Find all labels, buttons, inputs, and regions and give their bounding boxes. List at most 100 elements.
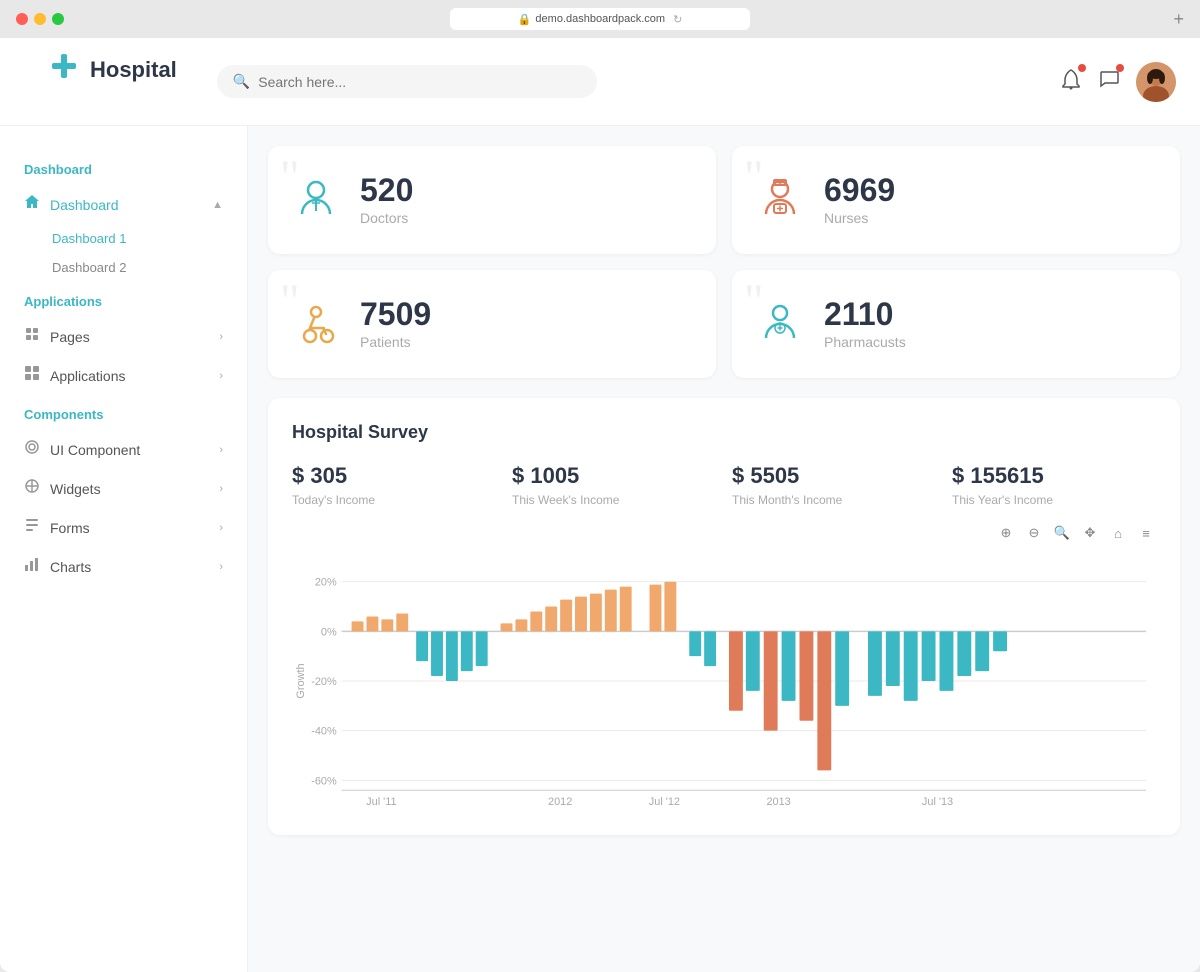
patients-count: 7509 — [360, 298, 431, 330]
chevron-right-icon3: › — [219, 444, 223, 456]
chevron-up-icon: ▲ — [212, 199, 223, 211]
sidebar-item-pages[interactable]: Pages › — [0, 317, 247, 356]
patient-icon — [292, 300, 340, 348]
income-today-label: Today's Income — [292, 493, 496, 507]
sidebar-subitem-dashboard1[interactable]: Dashboard 1 — [0, 224, 247, 253]
stat-info-patients: 7509 Patients — [360, 298, 431, 350]
close-button[interactable] — [16, 13, 28, 25]
content-area: 520 Doctors — [248, 126, 1200, 972]
nav-section-components: Components — [0, 395, 247, 430]
search-icon: 🔍 — [233, 73, 250, 90]
stat-card-doctors: 520 Doctors — [268, 146, 716, 254]
reload-icon[interactable]: ↻ — [673, 13, 682, 26]
chevron-right-icon5: › — [219, 522, 223, 534]
sidebar-item-ui-component[interactable]: UI Component › — [0, 430, 247, 469]
svg-text:2012: 2012 — [548, 796, 572, 808]
income-year: $ 155615 This Year's Income — [952, 463, 1156, 507]
stat-card-nurses: 6969 Nurses — [732, 146, 1180, 254]
svg-text:Jul '12: Jul '12 — [649, 796, 680, 808]
stat-info-nurses: 6969 Nurses — [824, 174, 895, 226]
logo-text: Hospital — [90, 57, 177, 83]
charts-label: Charts — [50, 559, 91, 575]
forms-label: Forms — [50, 520, 90, 536]
pages-label: Pages — [50, 329, 90, 345]
pharmacist-icon — [756, 300, 804, 348]
lock-icon: 🔒 — [518, 13, 532, 26]
income-year-amount: $ 155615 — [952, 463, 1156, 489]
zoom-out-button[interactable]: ⊖ — [1024, 523, 1044, 543]
stat-card-pharmacusts: 2110 Pharmacusts — [732, 270, 1180, 378]
svg-text:Growth: Growth — [295, 663, 307, 698]
income-month: $ 5505 This Month's Income — [732, 463, 936, 507]
nurses-label: Nurses — [824, 210, 895, 226]
ui-icon — [24, 439, 40, 460]
sidebar-subitem-dashboard2[interactable]: Dashboard 2 — [0, 253, 247, 282]
income-week: $ 1005 This Week's Income — [512, 463, 716, 507]
svg-text:-40%: -40% — [311, 726, 337, 738]
chevron-right-icon2: › — [219, 370, 223, 382]
chevron-right-icon: › — [219, 331, 223, 343]
svg-text:Jul '13: Jul '13 — [922, 796, 953, 808]
pharmacusts-label: Pharmacusts — [824, 334, 906, 350]
income-month-amount: $ 5505 — [732, 463, 936, 489]
svg-text:Jul '11: Jul '11 — [366, 796, 396, 808]
sidebar-item-charts[interactable]: Charts › — [0, 547, 247, 586]
applications-label: Applications — [50, 368, 126, 384]
svg-text:-20%: -20% — [311, 676, 337, 688]
income-week-label: This Week's Income — [512, 493, 716, 507]
main-layout: Dashboard Dashboard ▲ Dashboard 1 Dashbo… — [0, 126, 1200, 972]
messages-badge — [1116, 64, 1124, 72]
survey-title: Hospital Survey — [292, 422, 1156, 443]
doctors-count: 520 — [360, 174, 413, 206]
new-tab-button[interactable]: + — [1173, 9, 1184, 30]
dashboard-label: Dashboard — [50, 197, 119, 213]
doctors-label: Doctors — [360, 210, 413, 226]
income-month-label: This Month's Income — [732, 493, 936, 507]
notification-button[interactable] — [1060, 68, 1082, 96]
doctor-icon — [292, 176, 340, 224]
bar-chart: 20% 0% -20% -40% -60% Growth — [292, 551, 1156, 811]
search-bar[interactable]: 🔍 — [217, 65, 597, 98]
income-week-amount: $ 1005 — [512, 463, 716, 489]
pages-icon — [24, 326, 40, 347]
zoom-in-button[interactable]: ⊕ — [996, 523, 1016, 543]
menu-button[interactable]: ≡ — [1136, 523, 1156, 543]
logo-area: Hospital — [24, 50, 201, 113]
zoom-reset-button[interactable]: 🔍 — [1052, 523, 1072, 543]
patients-label: Patients — [360, 334, 431, 350]
notification-badge — [1078, 64, 1086, 72]
browser-titlebar: 🔒 demo.dashboardpack.com ↻ + — [0, 0, 1200, 38]
survey-card: Hospital Survey $ 305 Today's Income $ 1… — [268, 398, 1180, 835]
income-year-label: This Year's Income — [952, 493, 1156, 507]
fullscreen-button[interactable] — [52, 13, 64, 25]
minimize-button[interactable] — [34, 13, 46, 25]
header-actions — [1060, 62, 1176, 102]
income-today-amount: $ 305 — [292, 463, 496, 489]
sidebar-item-dashboard[interactable]: Dashboard ▲ — [0, 185, 247, 224]
sidebar-item-widgets[interactable]: Widgets › — [0, 469, 247, 508]
search-input[interactable] — [258, 74, 581, 90]
chart-controls: ⊕ ⊖ 🔍 ✥ ⌂ ≡ — [292, 523, 1156, 543]
sidebar: Dashboard Dashboard ▲ Dashboard 1 Dashbo… — [0, 126, 248, 972]
top-header: Hospital 🔍 — [0, 38, 1200, 126]
avatar[interactable] — [1136, 62, 1176, 102]
income-stats: $ 305 Today's Income $ 1005 This Week's … — [292, 463, 1156, 507]
stat-info-doctors: 520 Doctors — [360, 174, 413, 226]
address-bar[interactable]: 🔒 demo.dashboardpack.com ↻ — [450, 8, 750, 30]
widgets-icon — [24, 478, 40, 499]
chevron-right-icon6: › — [219, 561, 223, 573]
sidebar-item-forms[interactable]: Forms › — [0, 508, 247, 547]
income-today: $ 305 Today's Income — [292, 463, 496, 507]
sidebar-item-applications[interactable]: Applications › — [0, 356, 247, 395]
messages-button[interactable] — [1098, 68, 1120, 96]
home-icon — [24, 194, 40, 215]
url-text: demo.dashboardpack.com — [535, 13, 665, 25]
browser-window: 🔒 demo.dashboardpack.com ↻ + Hospital 🔍 — [0, 0, 1200, 972]
stats-grid: 520 Doctors — [268, 146, 1180, 378]
pharmacusts-count: 2110 — [824, 298, 906, 330]
home-button[interactable]: ⌂ — [1108, 523, 1128, 543]
chevron-right-icon4: › — [219, 483, 223, 495]
browser-content: Hospital 🔍 — [0, 38, 1200, 972]
pan-button[interactable]: ✥ — [1080, 523, 1100, 543]
nurses-count: 6969 — [824, 174, 895, 206]
